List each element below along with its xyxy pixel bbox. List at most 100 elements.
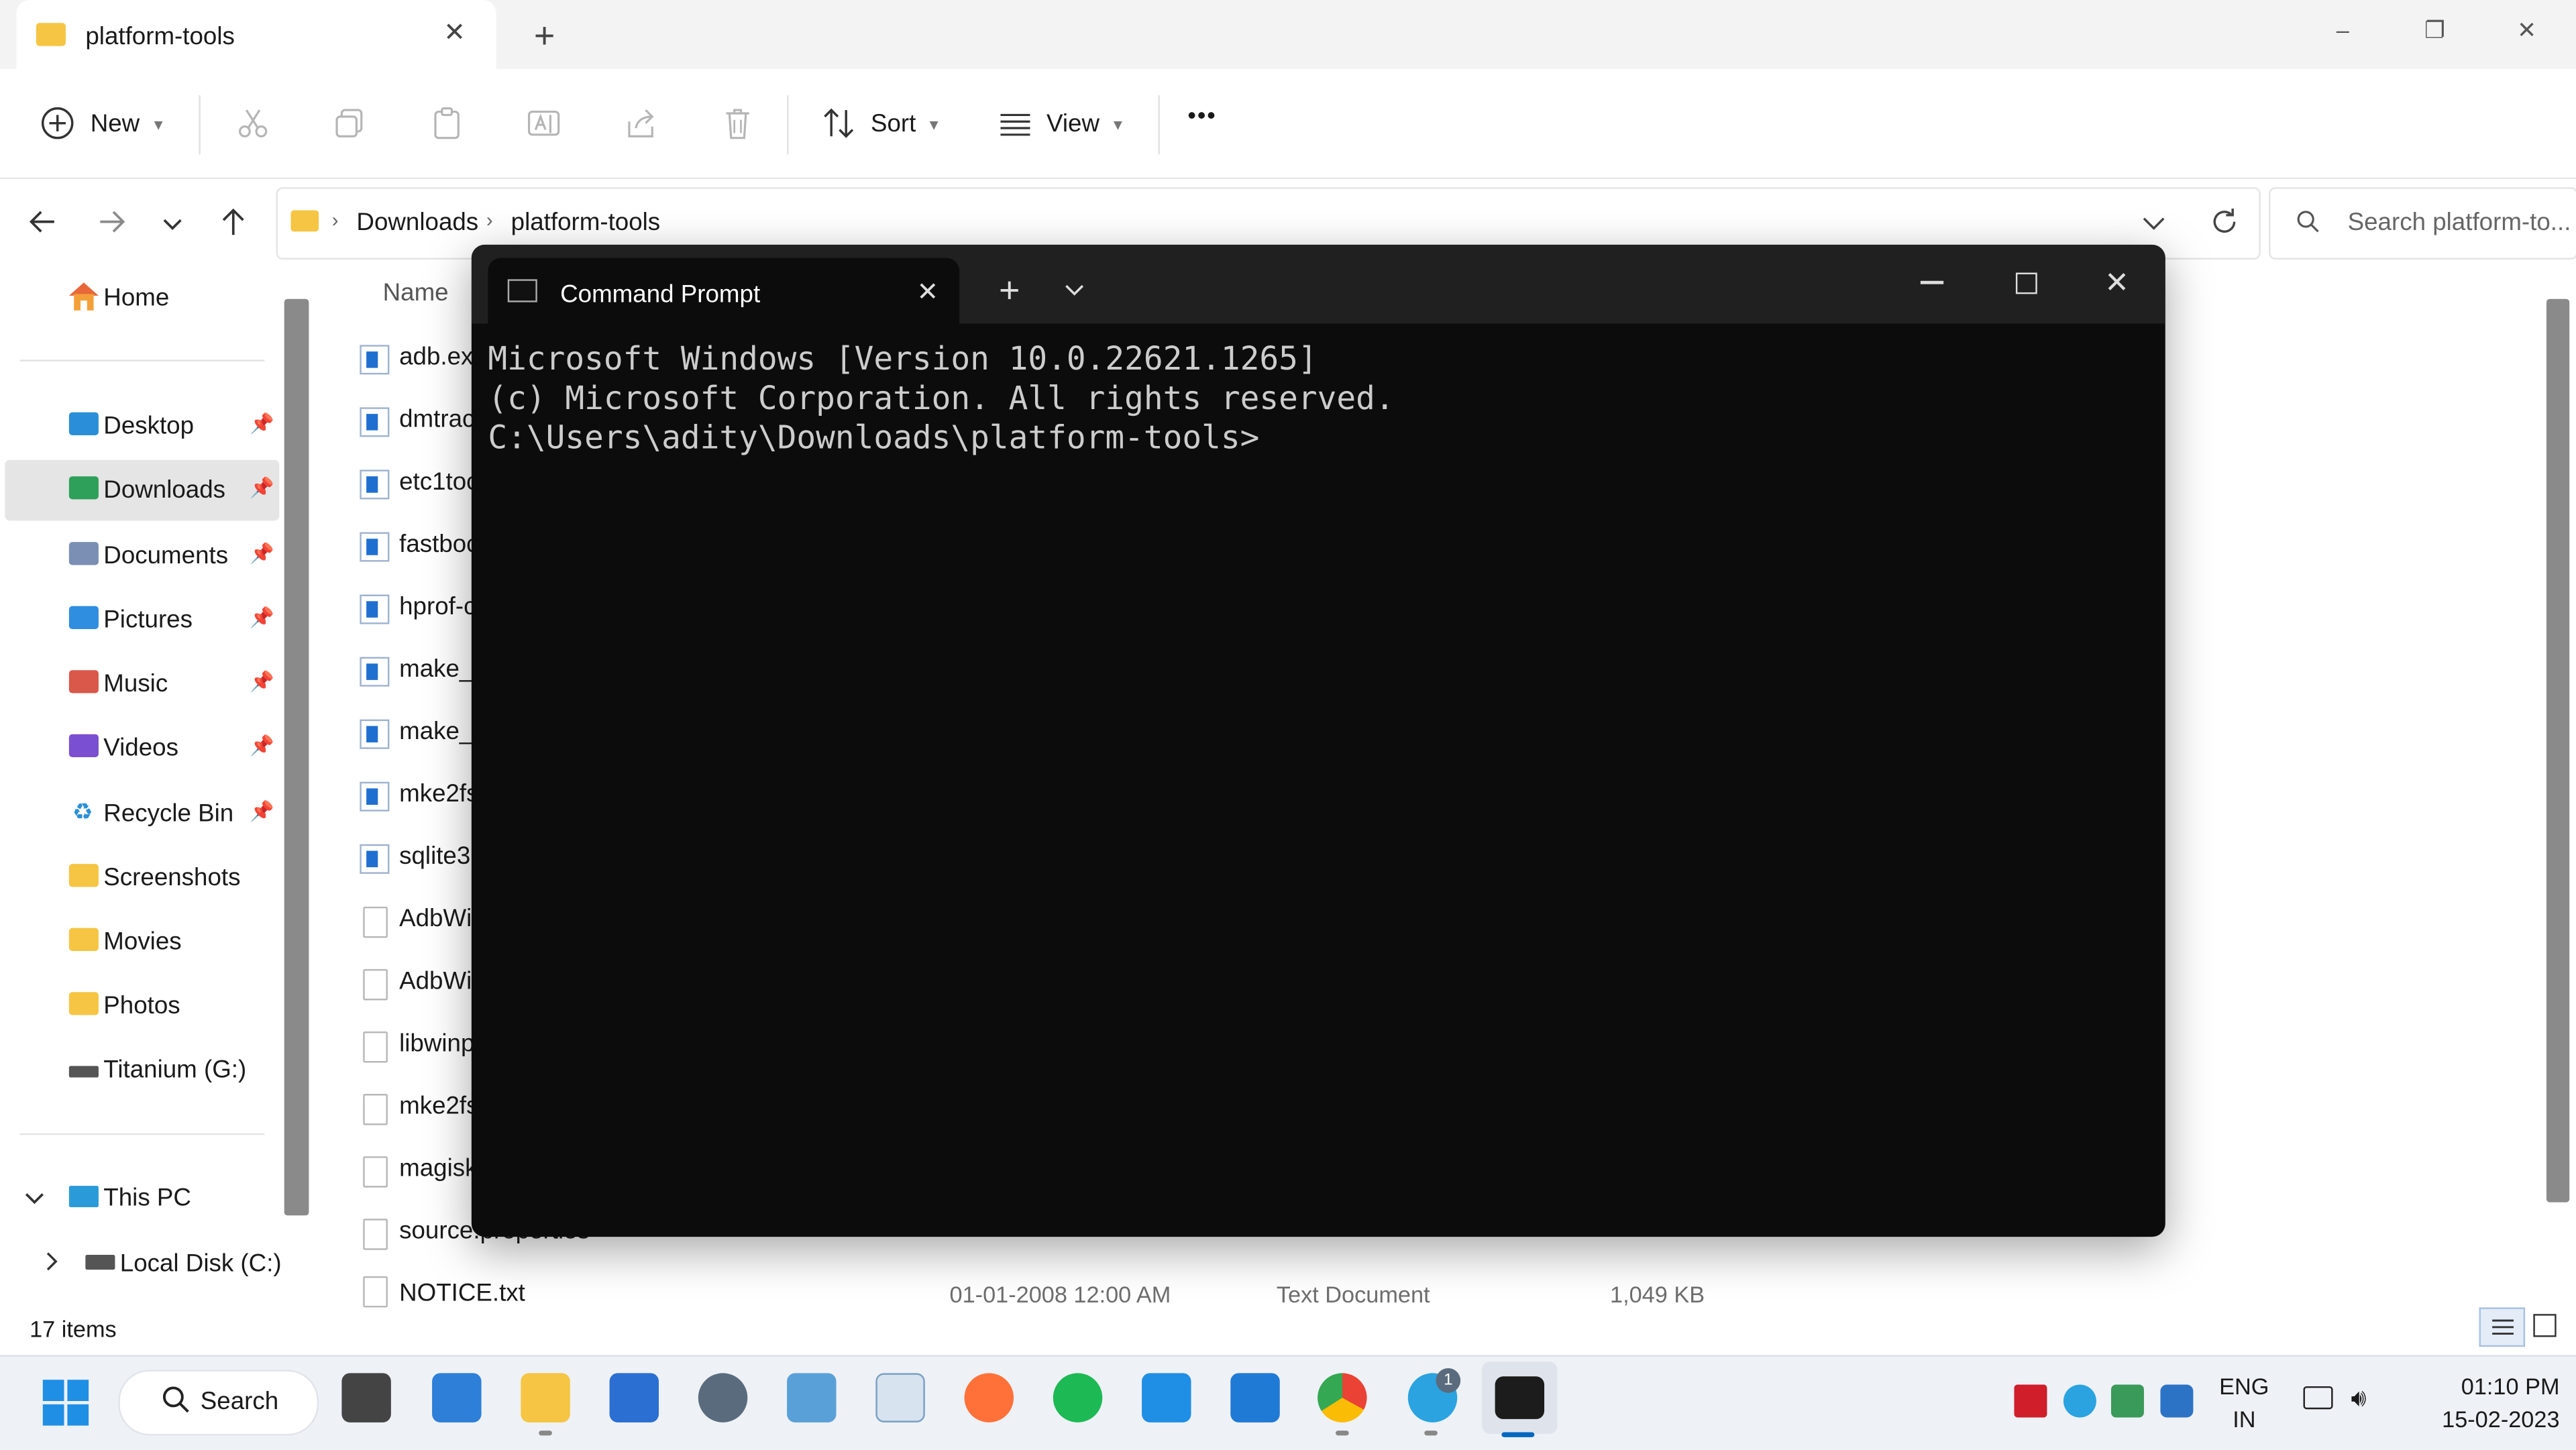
nav-home[interactable]: Home (103, 284, 169, 313)
file-name[interactable]: libwinp (399, 1030, 474, 1058)
paste-icon[interactable] (429, 105, 465, 142)
refresh-icon[interactable] (2208, 205, 2241, 238)
file-name[interactable]: mke2fs (399, 1093, 478, 1121)
chevron-down-icon[interactable] (23, 1186, 46, 1209)
settings-gear-icon[interactable] (698, 1373, 748, 1423)
sidebar-item-downloads[interactable]: Downloads (103, 476, 225, 504)
sidebar-item-recycle-bin[interactable]: Recycle Bin (103, 800, 233, 828)
delete-icon[interactable] (720, 105, 756, 142)
copy-icon[interactable] (332, 105, 368, 142)
file-name[interactable]: etc1toc (399, 468, 478, 496)
microsoft-store-icon[interactable] (609, 1373, 659, 1423)
column-header-name[interactable]: Name (383, 279, 449, 307)
taskbar-search-label[interactable]: Search (201, 1388, 278, 1416)
clock[interactable]: 01:10 PM 15-02-2023 (2402, 1370, 2559, 1435)
terminal-minimize-button[interactable] (1920, 280, 1944, 284)
file-name[interactable]: NOTICE.txt (399, 1280, 525, 1308)
sidebar-item-videos[interactable]: Videos (103, 734, 178, 763)
resource-monitor-icon[interactable] (875, 1373, 925, 1423)
sidebar-item-local-disk[interactable]: Local Disk (C:) (120, 1250, 282, 1278)
file-name[interactable]: dmtrac (399, 406, 474, 434)
file-name[interactable]: mke2fs (399, 780, 478, 808)
file-list-scrollbar[interactable] (2546, 298, 2570, 1203)
sidebar-scrollbar[interactable] (284, 298, 309, 1216)
pin-icon[interactable]: 📌 (250, 670, 274, 693)
file-name[interactable]: adb.ex (399, 343, 473, 372)
close-tab-icon[interactable]: ✕ (917, 276, 939, 309)
pin-icon[interactable]: 📌 (250, 734, 274, 757)
file-explorer-taskbar-icon[interactable] (521, 1373, 570, 1423)
network-share-tray-icon[interactable] (2110, 1384, 2144, 1418)
pin-icon[interactable]: 📌 (250, 606, 274, 629)
terminal-prompt[interactable]: C:\Users\adity\Downloads\platform-tools> (488, 419, 1394, 458)
sidebar-item-desktop[interactable]: Desktop (103, 412, 194, 441)
rename-icon[interactable] (526, 105, 562, 142)
forward-arrow-icon[interactable] (95, 205, 128, 238)
view-icon[interactable] (998, 105, 1034, 142)
terminal-close-button[interactable]: ✕ (2104, 266, 2129, 300)
pin-icon[interactable]: 📌 (250, 542, 274, 565)
breadcrumb-platform-tools[interactable]: platform-tools (511, 209, 661, 237)
pin-icon[interactable]: 📌 (250, 476, 274, 499)
terminal-dropdown-icon[interactable] (1061, 276, 1087, 302)
file-name[interactable]: AdbWi (399, 967, 472, 995)
sidebar-item-music[interactable]: Music (103, 670, 168, 698)
pin-icon[interactable]: 📌 (250, 412, 274, 435)
more-options-button[interactable]: ••• (1188, 102, 1217, 128)
file-name[interactable]: fastboc (399, 531, 478, 559)
task-view-icon[interactable] (341, 1373, 391, 1423)
firefox-icon[interactable] (964, 1373, 1014, 1423)
new-terminal-tab-button[interactable]: + (999, 270, 1020, 313)
sidebar-item-pictures[interactable]: Pictures (103, 606, 193, 634)
sidebar-item-this-pc[interactable]: This PC (103, 1184, 191, 1213)
tiles-view-icon[interactable] (2533, 1314, 2557, 1337)
amd-tray-icon[interactable] (2014, 1384, 2047, 1418)
terminal-taskbar-icon[interactable] (1495, 1376, 1545, 1419)
cut-icon[interactable] (235, 105, 271, 142)
control-panel-icon[interactable] (787, 1373, 837, 1423)
chrome-icon[interactable] (1318, 1373, 1367, 1423)
windows-start-icon[interactable] (42, 1380, 89, 1426)
command-prompt-window[interactable]: Command Prompt ✕ + ✕ Microsoft Windows [… (471, 244, 2165, 1237)
file-name[interactable]: make_f (399, 655, 480, 683)
details-view-icon[interactable] (2479, 1307, 2526, 1347)
new-button[interactable] (40, 105, 76, 142)
file-name[interactable]: hprof-c (399, 593, 476, 621)
security-shield-icon[interactable] (2160, 1384, 2194, 1418)
file-name[interactable]: magisk (399, 1155, 477, 1183)
new-label[interactable]: New (91, 110, 140, 138)
minimize-button[interactable]: – (2323, 16, 2363, 46)
sidebar-item-photos[interactable]: Photos (103, 992, 180, 1020)
language-indicator[interactable]: ENG IN (2211, 1370, 2277, 1435)
sidebar-item-titanium-drive[interactable]: Titanium (G:) (103, 1056, 246, 1084)
chevron-right-icon[interactable] (43, 1250, 62, 1273)
telegram-tray-icon[interactable] (2063, 1384, 2096, 1418)
search-placeholder[interactable]: Search platform-to... (2348, 209, 2571, 237)
remote-desktop-icon[interactable] (1142, 1373, 1191, 1423)
photos-app-icon[interactable] (432, 1373, 482, 1423)
back-arrow-icon[interactable] (26, 205, 59, 238)
up-arrow-icon[interactable] (217, 205, 250, 238)
file-name[interactable]: AdbWi (399, 905, 472, 933)
terminal-maximize-button[interactable] (2015, 272, 2037, 294)
close-tab-icon[interactable]: ✕ (443, 16, 466, 49)
file-name[interactable]: make_f (399, 718, 480, 746)
close-window-button[interactable]: ✕ (2507, 16, 2546, 46)
spotify-icon[interactable] (1053, 1373, 1103, 1423)
breadcrumb-downloads[interactable]: Downloads (356, 209, 478, 237)
recent-locations-icon[interactable] (158, 209, 187, 238)
network-icon[interactable] (2303, 1386, 2333, 1410)
speedtest-icon[interactable] (1230, 1373, 1280, 1423)
sidebar-item-screenshots[interactable]: Screenshots (103, 864, 240, 892)
share-icon[interactable] (623, 105, 659, 142)
sidebar-item-documents[interactable]: Documents (103, 542, 228, 570)
pin-icon[interactable]: 📌 (250, 800, 274, 823)
sort-icon[interactable] (822, 105, 858, 142)
view-button[interactable]: View (1046, 110, 1099, 138)
volume-icon[interactable]: 🔊︎ (2351, 1385, 2367, 1413)
address-dropdown-icon[interactable] (2139, 209, 2169, 238)
sidebar-item-movies[interactable]: Movies (103, 928, 181, 956)
sort-button[interactable]: Sort (871, 110, 916, 138)
new-tab-button[interactable]: + (534, 15, 555, 58)
file-name[interactable]: sqlite3 (399, 842, 470, 871)
